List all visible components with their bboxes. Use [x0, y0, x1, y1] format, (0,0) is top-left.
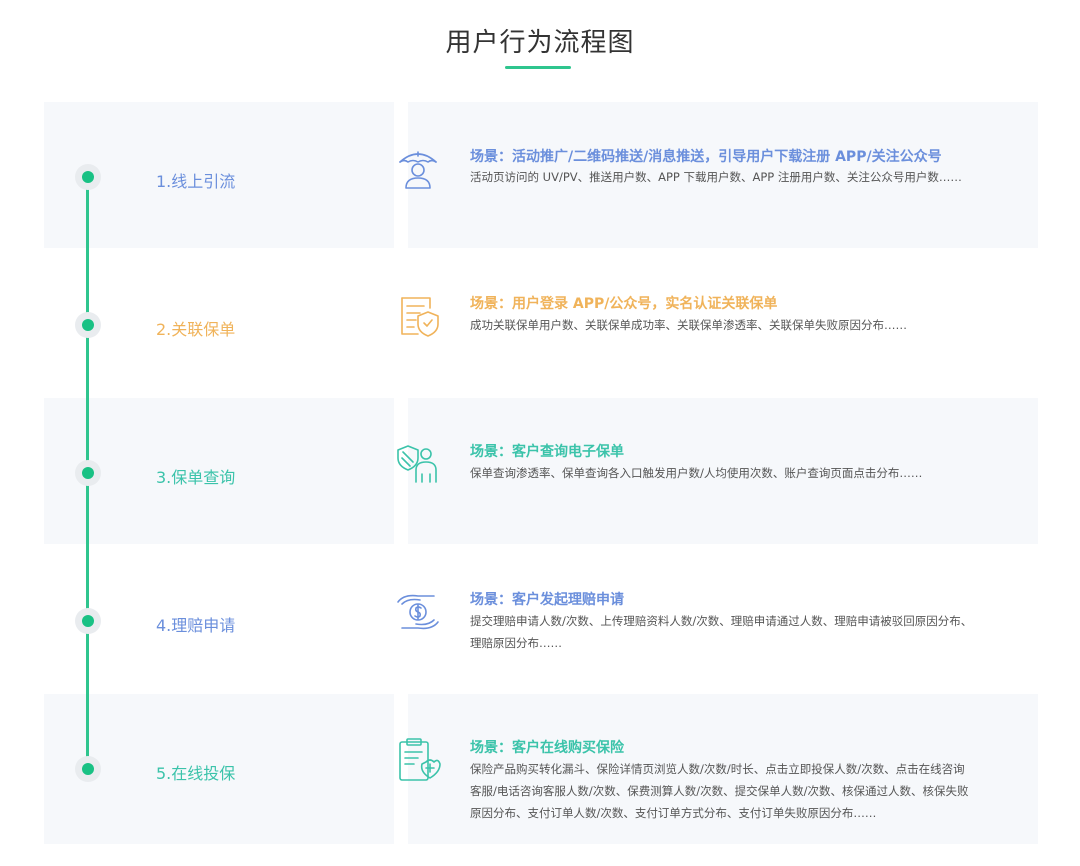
- scene-title-1: 场景：活动推广/二维码推送/消息推送，引导用户下载注册 APP/关注公众号: [470, 149, 942, 165]
- timeline-node-1: [75, 164, 101, 190]
- step-label-3: 3.保单查询: [156, 468, 236, 487]
- timeline-node-3: [75, 460, 101, 486]
- umbrella-person-icon: [394, 144, 442, 192]
- timeline-dot: [82, 763, 94, 775]
- timeline-node-2: [75, 312, 101, 338]
- step-label-2: 2.关联保单: [156, 320, 236, 339]
- person-shield-icon: [394, 440, 442, 488]
- scene-title-5: 场景：客户在线购买保险: [470, 740, 624, 756]
- hands-coin-icon: [394, 588, 442, 636]
- scene-metrics-1: 活动页访问的 UV/PV、推送用户数、APP 下载用户数、APP 注册用户数、关…: [470, 170, 962, 184]
- title-underline: [505, 66, 571, 69]
- clipboard-medical-icon: [394, 736, 442, 784]
- scene-title-4: 场景：客户发起理赔申请: [470, 592, 624, 608]
- timeline-node-4: [75, 608, 101, 634]
- timeline-dot: [82, 467, 94, 479]
- timeline-node-5: [75, 756, 101, 782]
- policy-shield-icon: [394, 292, 442, 340]
- scene-metrics-2: 成功关联保单用户数、关联保单成功率、关联保单渗透率、关联保单失败原因分布……: [470, 318, 907, 332]
- scene-metrics-5: 保险产品购买转化漏斗、保险详情页浏览人数/次数/时长、点击立即投保人数/次数、点…: [470, 762, 969, 820]
- timeline-dot: [82, 171, 94, 183]
- timeline-dot: [82, 615, 94, 627]
- step-label-4: 4.理赔申请: [156, 616, 236, 635]
- timeline-dot: [82, 319, 94, 331]
- scene-title-3: 场景：客户查询电子保单: [470, 444, 624, 460]
- scene-metrics-4: 提交理赔申请人数/次数、上传理赔资料人数/次数、理赔申请通过人数、理赔申请被驳回…: [470, 614, 973, 650]
- scene-metrics-3: 保单查询渗透率、保单查询各入口触发用户数/人均使用次数、账户查询页面点击分布……: [470, 466, 923, 480]
- step-label-5: 5.在线投保: [156, 764, 236, 783]
- scene-title-2: 场景：用户登录 APP/公众号，实名认证关联保单: [470, 296, 778, 312]
- page-title: 用户行为流程图: [445, 28, 635, 58]
- step-label-1: 1.线上引流: [156, 172, 236, 191]
